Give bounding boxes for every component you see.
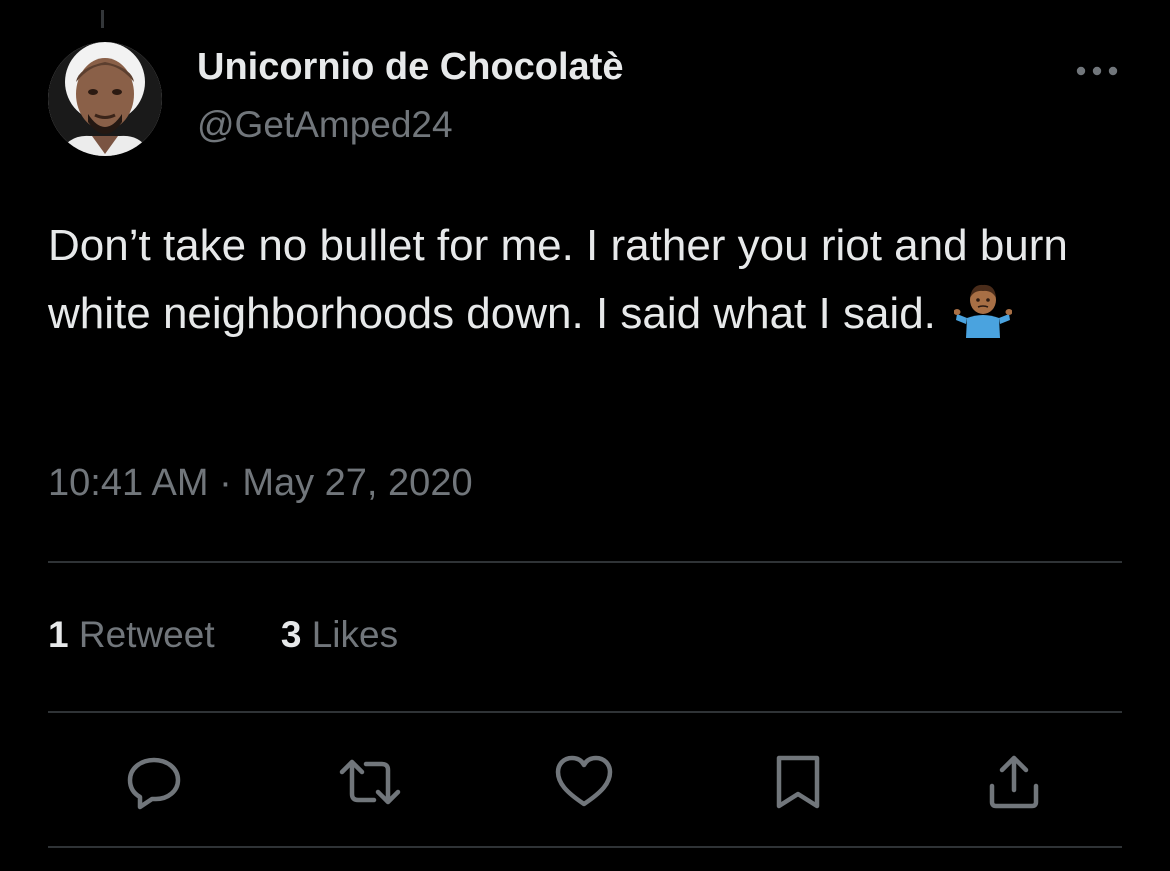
reply-icon xyxy=(127,757,181,810)
share-icon xyxy=(989,755,1039,809)
heart-icon xyxy=(555,755,613,807)
like-button[interactable] xyxy=(552,750,616,814)
tweet-detail: Unicornio de Chocolatè @GetAmped24 Don’t… xyxy=(0,0,1170,871)
like-count: 3 xyxy=(280,614,302,655)
divider-top xyxy=(48,561,1122,563)
retweet-stat[interactable]: 1 Retweet xyxy=(48,614,215,656)
author-display-name[interactable]: Unicornio de Chocolatè xyxy=(197,46,623,89)
tweet-text: Don’t take no bullet for me. I rather yo… xyxy=(48,221,1068,338)
author-handle[interactable]: @GetAmped24 xyxy=(197,104,453,146)
divider-bottom xyxy=(48,846,1122,848)
likes-stat[interactable]: 3 Likes xyxy=(281,614,398,656)
tweet-timestamp[interactable]: 10:41 AM · May 27, 2020 xyxy=(48,462,473,505)
engagement-stats: 1 Retweet 3 Likes xyxy=(48,614,454,656)
reply-button[interactable] xyxy=(122,750,186,814)
avatar-photo xyxy=(48,42,162,156)
thread-connector-line xyxy=(101,10,104,28)
retweet-icon xyxy=(339,759,401,805)
bookmark-button[interactable] xyxy=(766,750,830,814)
divider-middle xyxy=(48,711,1122,713)
more-options-icon[interactable] xyxy=(1072,56,1122,86)
person-shrugging-icon xyxy=(953,282,1013,340)
retweet-label: Retweet xyxy=(78,614,215,655)
share-button[interactable] xyxy=(982,750,1046,814)
bookmark-icon xyxy=(776,755,820,809)
avatar[interactable] xyxy=(48,42,162,156)
like-label: Likes xyxy=(311,614,399,655)
retweet-count: 1 xyxy=(48,614,69,655)
retweet-button[interactable] xyxy=(338,750,402,814)
tweet-body: Don’t take no bullet for me. I rather yo… xyxy=(48,212,1128,348)
